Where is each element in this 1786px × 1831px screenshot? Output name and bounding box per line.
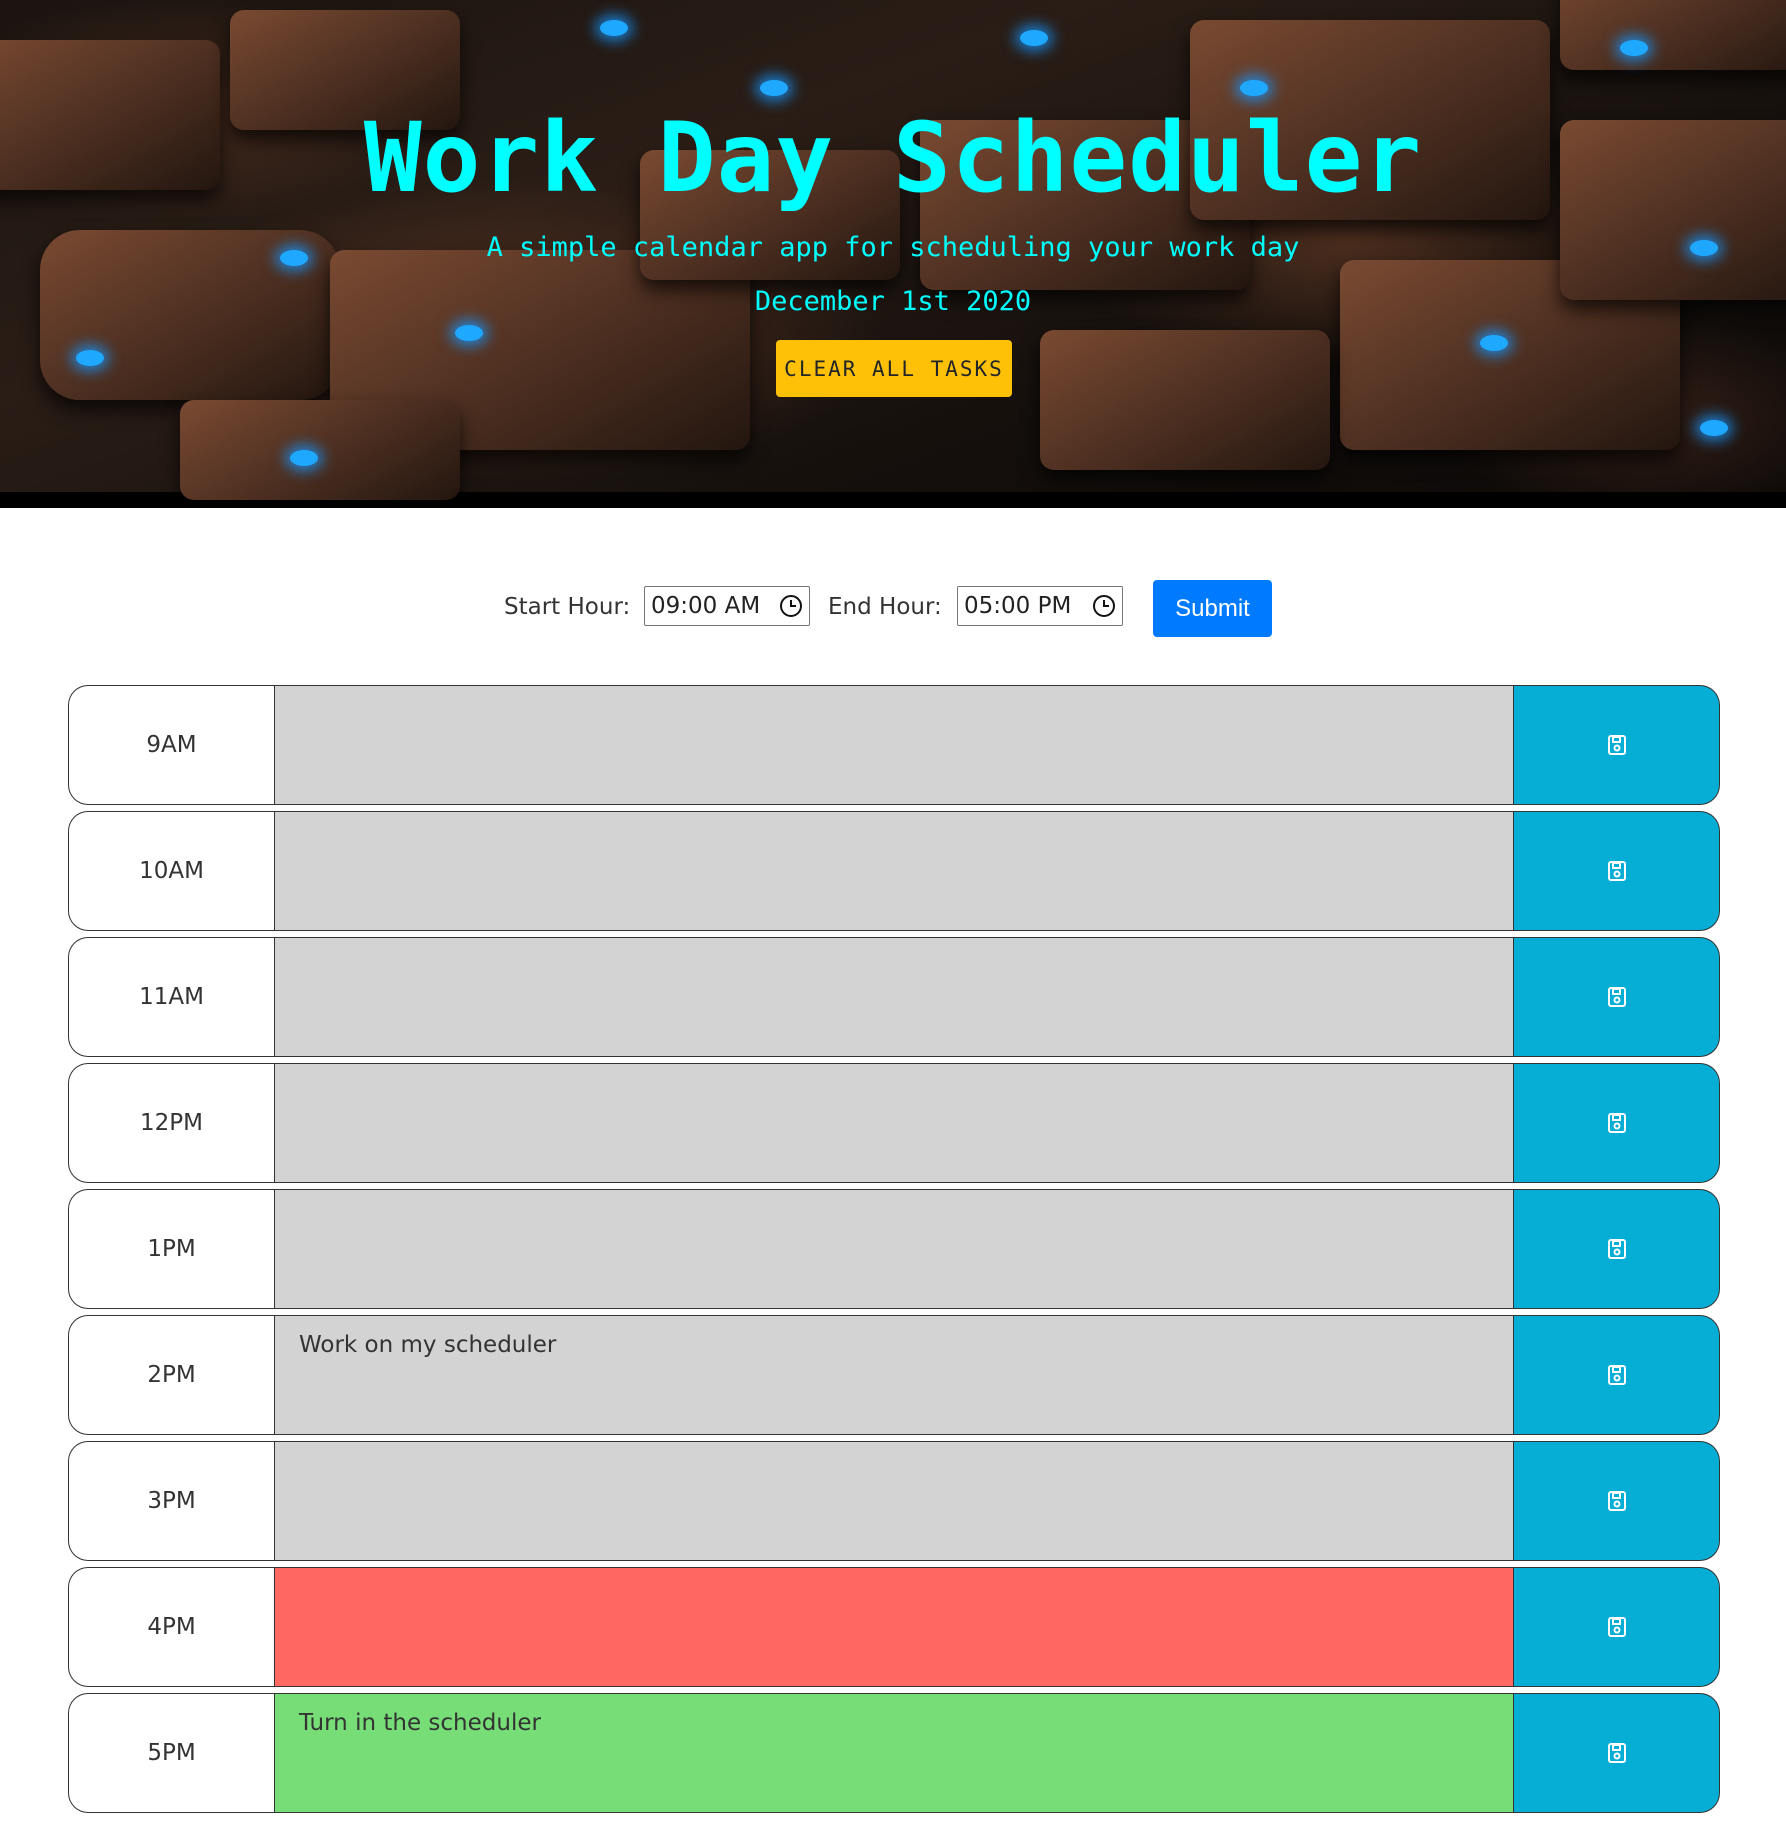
save-icon bbox=[1607, 1239, 1626, 1259]
task-textarea[interactable] bbox=[274, 1189, 1514, 1309]
hour-label: 11AM bbox=[68, 937, 274, 1057]
start-hour-value: 09:00 AM bbox=[651, 593, 761, 619]
time-block-row: 1PM bbox=[68, 1189, 1720, 1309]
save-icon bbox=[1607, 1365, 1626, 1385]
save-icon bbox=[1607, 987, 1626, 1007]
save-button[interactable] bbox=[1514, 1063, 1720, 1183]
time-block-row: 5PM Turn in the scheduler bbox=[68, 1693, 1720, 1813]
time-block-row: 3PM bbox=[68, 1441, 1720, 1561]
hour-label: 5PM bbox=[68, 1693, 274, 1813]
hour-label: 12PM bbox=[68, 1063, 274, 1183]
start-hour-input[interactable]: 09:00 AM bbox=[644, 586, 810, 626]
save-icon bbox=[1607, 1491, 1626, 1511]
hour-label: 9AM bbox=[68, 685, 274, 805]
save-button[interactable] bbox=[1514, 1315, 1720, 1435]
save-icon bbox=[1607, 861, 1626, 881]
hour-label: 2PM bbox=[68, 1315, 274, 1435]
end-hour-label: End Hour: bbox=[828, 594, 942, 620]
save-button[interactable] bbox=[1514, 1567, 1720, 1687]
time-block-list: 9AM 10AM 11AM 12PM 1PM 2PM Work on my schedule… bbox=[68, 685, 1720, 1819]
save-icon bbox=[1607, 1743, 1626, 1763]
save-button[interactable] bbox=[1514, 1441, 1720, 1561]
save-icon bbox=[1607, 735, 1626, 755]
save-icon bbox=[1607, 1617, 1626, 1637]
hour-range-form: Start Hour: 09:00 AM End Hour: 05:00 PM … bbox=[0, 580, 1786, 638]
save-button[interactable] bbox=[1514, 937, 1720, 1057]
hour-label: 4PM bbox=[68, 1567, 274, 1687]
hour-label: 3PM bbox=[68, 1441, 274, 1561]
header-jumbotron: Work Day Scheduler A simple calendar app… bbox=[0, 0, 1786, 508]
submit-button[interactable]: Submit bbox=[1153, 580, 1272, 637]
task-textarea[interactable] bbox=[274, 811, 1514, 931]
time-block-row: 9AM bbox=[68, 685, 1720, 805]
time-block-row: 12PM bbox=[68, 1063, 1720, 1183]
save-button[interactable] bbox=[1514, 1189, 1720, 1309]
page-subtitle: A simple calendar app for scheduling you… bbox=[486, 232, 1300, 263]
clock-icon[interactable] bbox=[1092, 594, 1116, 618]
save-button[interactable] bbox=[1514, 1693, 1720, 1813]
task-textarea[interactable] bbox=[274, 685, 1514, 805]
clock-icon[interactable] bbox=[779, 594, 803, 618]
task-textarea[interactable] bbox=[274, 1063, 1514, 1183]
time-block-row: 4PM bbox=[68, 1567, 1720, 1687]
time-block-row: 11AM bbox=[68, 937, 1720, 1057]
task-textarea[interactable]: Work on my scheduler bbox=[274, 1315, 1514, 1435]
end-hour-input[interactable]: 05:00 PM bbox=[957, 586, 1123, 626]
time-block-row: 2PM Work on my scheduler bbox=[68, 1315, 1720, 1435]
save-button[interactable] bbox=[1514, 811, 1720, 931]
time-block-row: 10AM bbox=[68, 811, 1720, 931]
save-icon bbox=[1607, 1113, 1626, 1133]
clear-all-tasks-button[interactable]: CLEAR ALL TASKS bbox=[776, 340, 1012, 397]
current-date: December 1st 2020 bbox=[754, 286, 1032, 317]
task-textarea[interactable] bbox=[274, 1441, 1514, 1561]
task-textarea[interactable]: Turn in the scheduler bbox=[274, 1693, 1514, 1813]
task-textarea[interactable] bbox=[274, 937, 1514, 1057]
hour-label: 1PM bbox=[68, 1189, 274, 1309]
save-button[interactable] bbox=[1514, 685, 1720, 805]
task-textarea[interactable] bbox=[274, 1567, 1514, 1687]
hour-label: 10AM bbox=[68, 811, 274, 931]
end-hour-value: 05:00 PM bbox=[964, 593, 1072, 619]
start-hour-label: Start Hour: bbox=[504, 594, 631, 620]
page-title: Work Day Scheduler bbox=[363, 102, 1423, 214]
